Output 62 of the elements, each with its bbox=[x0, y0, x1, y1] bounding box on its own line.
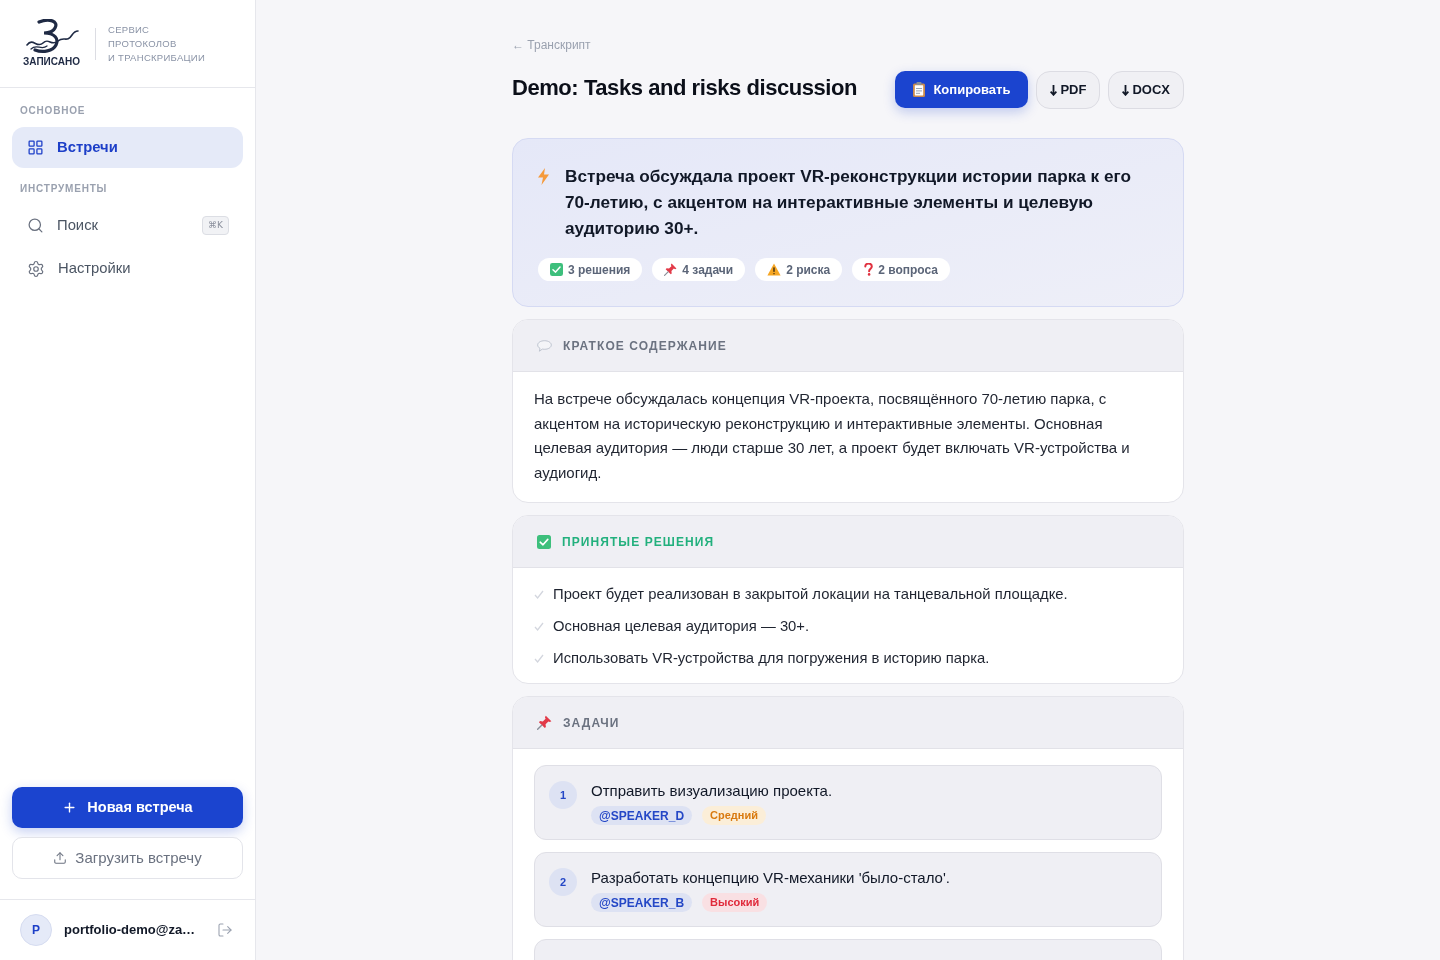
nav-label: Настройки bbox=[58, 259, 132, 279]
task-number: 1 bbox=[549, 781, 577, 809]
section-title: ПРИНЯТЫЕ РЕШЕНИЯ bbox=[562, 533, 715, 551]
clipboard-icon bbox=[913, 82, 926, 97]
decision-text: Основная целевая аудитория — 30+. bbox=[553, 617, 810, 636]
copy-button[interactable]: Копировать bbox=[895, 71, 1029, 108]
stat-label: 2 риска bbox=[786, 261, 831, 279]
download-arrow-icon bbox=[1050, 84, 1058, 96]
checkbox-icon bbox=[550, 263, 563, 276]
nav-section-label: ОСНОВНОЕ bbox=[19, 104, 87, 118]
pushpin-icon bbox=[537, 715, 552, 730]
task-text: Отправить визуализацию проекта. bbox=[591, 781, 833, 801]
nav-section-label: ИНСТРУМЕНТЫ bbox=[19, 182, 109, 196]
stat-label: 2 вопроса bbox=[878, 261, 939, 279]
grid-icon bbox=[27, 139, 44, 156]
section-title: ЗАДАЧИ bbox=[563, 714, 620, 732]
download-button[interactable]: DOCX bbox=[1108, 71, 1184, 109]
priority-tag: Средний bbox=[702, 806, 766, 825]
decision-text: Проект будет реализован в закрытой локации на танцевальной площадке. bbox=[553, 585, 1068, 604]
logo-tagline: ПРОТОКОЛОВ bbox=[108, 36, 178, 51]
assignee-tag: @SPEAKER_D bbox=[591, 806, 693, 825]
upload-meeting-button[interactable]: Загрузить встречу bbox=[12, 837, 243, 879]
section-title: КРАТКОЕ СОДЕРЖАНИЕ bbox=[563, 337, 727, 355]
user-avatar: P bbox=[20, 914, 52, 946]
checkbox-icon bbox=[537, 534, 551, 549]
priority-tag: Высокий bbox=[702, 893, 768, 912]
nav-item[interactable]: Поиск ⌘K bbox=[12, 205, 243, 246]
warning-icon bbox=[767, 263, 782, 276]
nav-item[interactable]: Встречи bbox=[12, 127, 243, 168]
task-text: Разработать концепцию VR-механики 'было-стало'. bbox=[591, 868, 950, 888]
check-icon bbox=[534, 622, 544, 631]
logo-tagline: И ТРАНСКРИБАЦИИ bbox=[108, 50, 206, 65]
upload-icon bbox=[53, 851, 68, 865]
pushpin-icon bbox=[664, 263, 678, 276]
lightning-icon bbox=[538, 168, 549, 185]
shortcut-hint: ⌘K bbox=[202, 215, 229, 236]
download-arrow-icon bbox=[1122, 84, 1130, 96]
highlight-text: Встреча обсуждала проект VR-реконструкции истории парка к его 70-летию, с акцентом на интерактивные элементы и целевую аудиторию 30+. bbox=[565, 165, 1132, 240]
stat-label: 4 задачи bbox=[682, 261, 734, 279]
nav-label: Встречи bbox=[57, 138, 119, 158]
check-icon bbox=[534, 654, 544, 663]
logo-tagline: СЕРВИС bbox=[108, 22, 151, 37]
plus-icon bbox=[62, 800, 78, 815]
user-email: portfolio-demo@za… bbox=[64, 921, 197, 940]
stat-label: 3 решения bbox=[568, 261, 631, 279]
search-icon bbox=[27, 217, 44, 234]
question-icon bbox=[864, 263, 874, 276]
check-icon bbox=[534, 590, 544, 599]
download-button[interactable]: PDF bbox=[1036, 71, 1101, 109]
assignee-tag: @SPEAKER_B bbox=[591, 893, 693, 912]
new-meeting-button[interactable]: Новая встреча bbox=[12, 787, 243, 828]
logo-wordmark: ЗАПИСАНО bbox=[23, 56, 80, 68]
settings-icon bbox=[27, 259, 45, 278]
nav-item[interactable]: Настройки bbox=[12, 248, 243, 289]
task-number: 2 bbox=[549, 868, 577, 896]
page-title: Demo: Tasks and risks discussion bbox=[512, 73, 857, 102]
decision-text: Использовать VR-устройства для погружения в историю парка. bbox=[553, 649, 990, 668]
nav-label: Поиск bbox=[57, 216, 99, 236]
summary-text: На встрече обсуждалась концепция VR-проекта, посвящённого 70-летию парка, с акцентом на историческую реконструкцию и интерактивные элементы. Основная целевая аудитория — люди старше 30 лет, а проект будет включать VR-устройства и аудиогид. bbox=[534, 389, 1131, 483]
logout-icon[interactable] bbox=[217, 922, 233, 938]
speech-bubble-icon bbox=[537, 339, 552, 352]
logo-drawing bbox=[24, 19, 79, 55]
